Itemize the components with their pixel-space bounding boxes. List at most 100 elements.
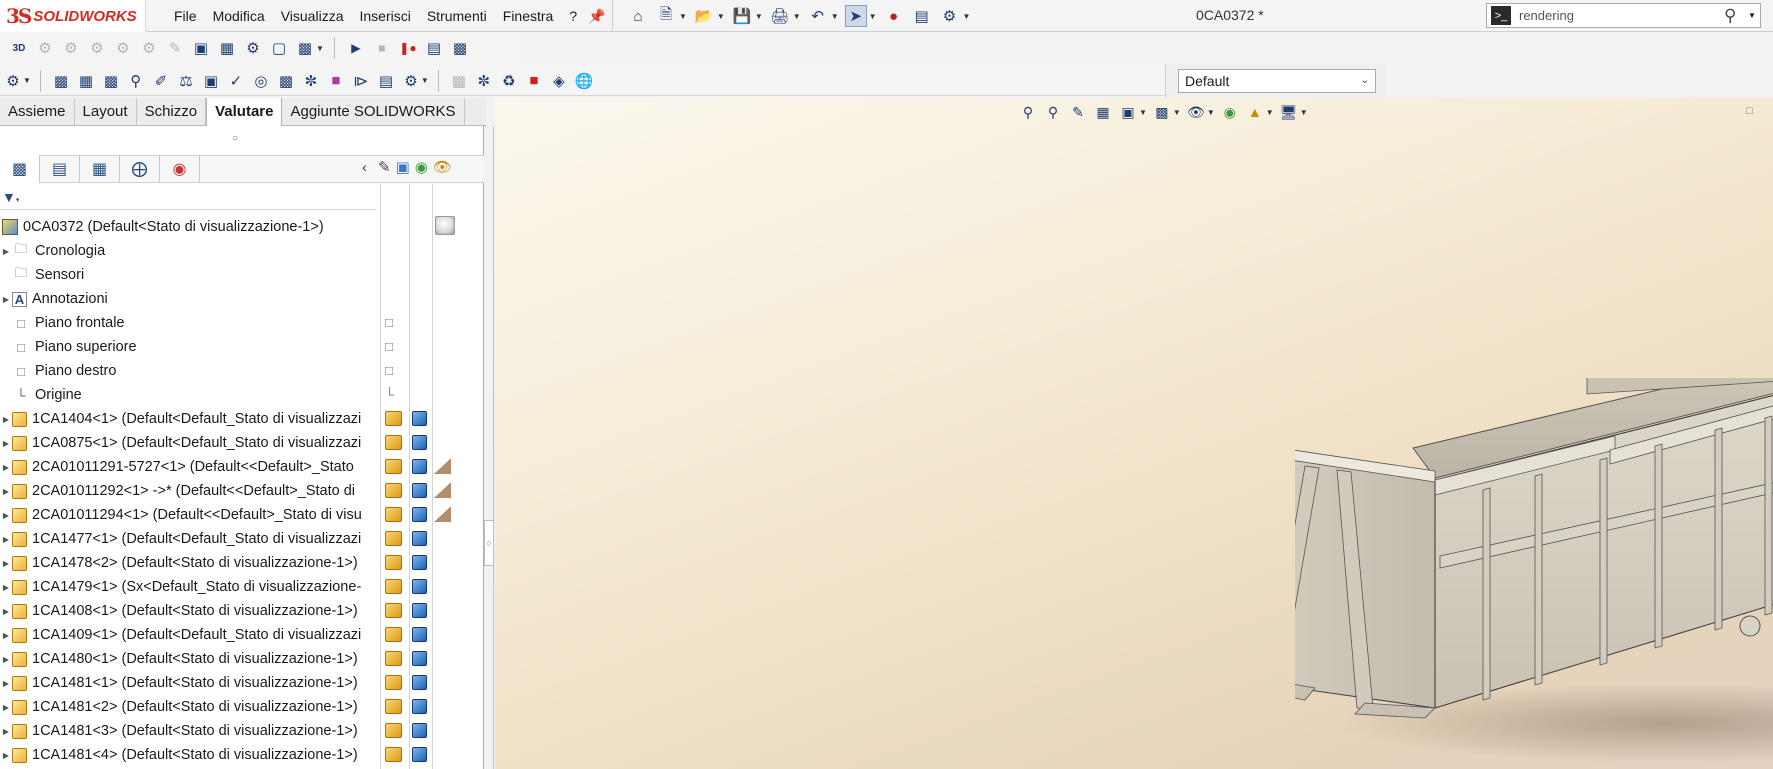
plane-visibility-icon[interactable]: □	[385, 315, 402, 330]
display-mode-icon[interactable]	[412, 555, 427, 570]
expand-arrow-icon[interactable]: ▶	[0, 727, 12, 736]
pane-grip-icon[interactable]: ○	[232, 133, 238, 144]
hide-show-component-icon[interactable]	[385, 699, 402, 714]
tree-item[interactable]: ▶ 1CA0875<1> (Default<Default_Stato di vi…	[0, 431, 380, 455]
display-mode-icon[interactable]	[412, 699, 427, 714]
hide-show-items-icon[interactable]: 👁	[1186, 102, 1206, 122]
tree-item[interactable]: ▶ 🗀 Cronologia	[0, 239, 380, 263]
tree-item[interactable]: ▶ 2CA01011292<1> ->* (Default<<Default>_S…	[0, 479, 380, 503]
tree-item[interactable]: ▶ 1CA1478<2> (Default<Stato di visualizza…	[0, 551, 380, 575]
display-style-dropdown-icon[interactable]: ▼	[1173, 108, 1181, 117]
tab-assieme[interactable]: Assieme	[0, 98, 75, 126]
options-row-dropdown-icon[interactable]: ▼	[23, 76, 31, 85]
tree-item[interactable]: ▶ 2CA01011294<1> (Default<<Default>_Stato…	[0, 503, 380, 527]
expand-arrow-icon[interactable]: ▶	[0, 751, 12, 760]
assembly-features-icon[interactable]: ▣	[200, 70, 222, 92]
display-style-icon[interactable]: ▩	[1152, 102, 1172, 122]
hide-show-component-icon[interactable]	[385, 723, 402, 738]
open-dropdown-icon[interactable]: ▼	[717, 12, 725, 21]
menu-strumenti[interactable]: Strumenti	[419, 8, 495, 24]
save-icon[interactable]: 💾	[731, 5, 753, 27]
stop-icon[interactable]: ■	[371, 37, 393, 59]
hole-alignment-icon[interactable]: ⚙	[242, 37, 264, 59]
tree-item[interactable]: ▶ 1CA1404<1> (Default<Default_Stato di vi…	[0, 407, 380, 431]
property-manager-tab-icon[interactable]: ▤	[40, 155, 80, 183]
tab-layout[interactable]: Layout	[75, 98, 137, 126]
3d-view-icon[interactable]: 3D	[8, 37, 30, 59]
hide-show-icon[interactable]: ✎	[378, 158, 391, 176]
apply-scene-icon[interactable]: ▲	[1245, 102, 1265, 122]
search-dropdown-icon[interactable]: ▼	[1748, 11, 1760, 20]
search-box[interactable]: >_ ⚲ ▼	[1486, 3, 1761, 28]
move-component-icon[interactable]: ✐	[150, 70, 172, 92]
tree-item[interactable]: ▶ 1CA1481<2> (Default<Stato di visualizza…	[0, 695, 380, 719]
scene-icon[interactable]: ◈	[548, 70, 570, 92]
hide-show-component-icon[interactable]	[385, 435, 402, 450]
show-hidden-icon[interactable]: ⚖	[175, 70, 197, 92]
hide-show-component-icon[interactable]	[385, 483, 402, 498]
expand-arrow-icon[interactable]: ▶	[0, 415, 12, 424]
expand-arrow-icon[interactable]: ▶	[0, 679, 12, 688]
expand-arrow-icon[interactable]: ▶	[0, 559, 12, 568]
tab-aggiunte-solidworks[interactable]: Aggiunte SOLIDWORKS	[282, 98, 465, 126]
tree-root-assembly[interactable]: 0CA0372 (Default<Stato di visualizzazion…	[0, 215, 380, 239]
display-manager-tab-icon[interactable]: ◉	[160, 155, 200, 183]
hide-show-component-icon[interactable]	[385, 531, 402, 546]
apply-scene-dropdown-icon[interactable]: ▼	[1266, 108, 1274, 117]
expand-arrow-icon[interactable]: ▶	[0, 607, 12, 616]
tree-item[interactable]: ▶ 1CA1481<3> (Default<Stato di visualizza…	[0, 719, 380, 743]
select-dropdown-icon[interactable]: ▼	[869, 12, 877, 21]
large-assembly-icon[interactable]: ⚙	[400, 70, 422, 92]
appearance-triangle-icon[interactable]	[434, 483, 451, 498]
display-mode-icon[interactable]	[412, 483, 427, 498]
undo-dropdown-icon[interactable]: ▼	[831, 12, 839, 21]
solidworks-logo[interactable]: 3S SOLIDWORKS	[0, 0, 146, 32]
linear-pattern-icon[interactable]: ▩	[100, 70, 122, 92]
display-mode-icon[interactable]	[412, 531, 427, 546]
container-3d-model[interactable]	[1295, 378, 1773, 769]
display-mode-icon[interactable]	[412, 651, 427, 666]
tree-item[interactable]: □ Piano superiore	[0, 335, 380, 359]
expand-arrow-icon[interactable]: ▶	[0, 247, 12, 256]
insert-component-icon[interactable]: ▩	[50, 70, 72, 92]
view-orientation-dropdown-icon[interactable]: ▼	[1139, 108, 1147, 117]
expand-arrow-icon[interactable]: ▶	[0, 511, 12, 520]
hide-show-component-icon[interactable]	[385, 555, 402, 570]
save-dropdown-icon[interactable]: ▼	[755, 12, 763, 21]
pane-splitter[interactable]	[484, 126, 494, 769]
select-cursor-icon[interactable]: ➤	[844, 5, 867, 27]
tree-item[interactable]: □ Piano frontale	[0, 311, 380, 335]
configuration-select[interactable]: Default ⌄	[1178, 69, 1376, 93]
appearance-icon[interactable]: ■	[523, 70, 545, 92]
appearance-triangle-icon[interactable]	[434, 459, 451, 474]
menu-modifica[interactable]: Modifica	[205, 8, 273, 24]
display-mode-icon[interactable]	[412, 579, 427, 594]
new-document-icon[interactable]: 🗎	[655, 5, 677, 27]
web-help-icon[interactable]: 🌐	[573, 70, 595, 92]
hide-show-component-icon[interactable]	[385, 747, 402, 762]
expand-arrow-icon[interactable]: ▶	[0, 583, 12, 592]
home-icon[interactable]: ⌂	[627, 5, 649, 27]
zoom-to-area-icon[interactable]: ⚲	[1043, 102, 1063, 122]
appearance-triangle-icon[interactable]	[434, 507, 451, 522]
search-icon[interactable]: ⚲	[1724, 6, 1748, 26]
measure-icon[interactable]: ▢	[268, 37, 290, 59]
feature-manager-tab-icon[interactable]: ▩	[0, 155, 40, 183]
tree-item[interactable]: └ Origine	[0, 383, 380, 407]
view-cube-icon[interactable]: ▣	[396, 158, 410, 176]
display-mode-icon[interactable]	[412, 603, 427, 618]
tab-valutare[interactable]: Valutare	[206, 98, 283, 126]
hide-show-component-icon[interactable]	[385, 603, 402, 618]
macro-edit-icon[interactable]: ▤	[423, 37, 445, 59]
hide-show-component-icon[interactable]	[385, 507, 402, 522]
display-mode-icon[interactable]	[412, 411, 427, 426]
command-icon[interactable]: >_	[1491, 6, 1511, 25]
menu-file[interactable]: File	[166, 8, 205, 24]
hide-show-component-icon[interactable]	[385, 411, 402, 426]
collapse-chevron-icon[interactable]: ‹	[362, 159, 367, 176]
previous-view-icon[interactable]: ✎	[1068, 102, 1088, 122]
view-settings-icon[interactable]: 🖥	[1279, 102, 1299, 122]
menu-help[interactable]: ?	[561, 8, 585, 24]
exploded-view-icon[interactable]: ✼	[300, 70, 322, 92]
dimxpert-manager-tab-icon[interactable]: ⨁	[120, 155, 160, 183]
